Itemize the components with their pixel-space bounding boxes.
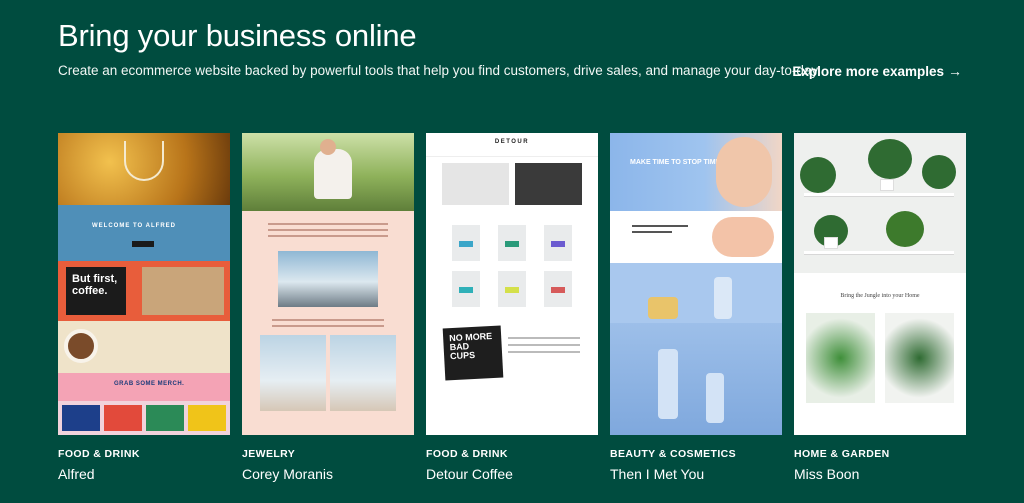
example-thumbnail[interactable] bbox=[242, 133, 414, 435]
example-category: BEAUTY & COSMETICS bbox=[610, 448, 737, 460]
example-name[interactable]: Detour Coffee bbox=[426, 466, 598, 482]
arrow-right-icon: → bbox=[948, 63, 962, 79]
example-thumbnail[interactable]: Bring the Jungle into your Home bbox=[794, 133, 966, 435]
example-card-detour-coffee[interactable]: DETOUR NO MORE BAD CUPS FOOD & DRINK Det… bbox=[426, 133, 598, 482]
example-card-alfred[interactable]: WELCOME TO ALFRED But first, coffee. GRA… bbox=[58, 133, 230, 482]
page-title: Bring your business online bbox=[58, 18, 417, 53]
latte-icon bbox=[64, 329, 98, 363]
example-name[interactable]: Miss Boon bbox=[794, 466, 966, 482]
example-category: FOOD & DRINK bbox=[426, 448, 508, 460]
explore-more-examples-link[interactable]: Explore more examples → bbox=[792, 63, 962, 79]
thumb-tagline: Bring the Jungle into your Home bbox=[840, 293, 920, 299]
thumb-slogan: But first, coffee. bbox=[66, 267, 126, 315]
example-thumbnail[interactable]: DETOUR NO MORE BAD CUPS bbox=[426, 133, 598, 435]
example-card-miss-boon[interactable]: Bring the Jungle into your Home HOME & G… bbox=[794, 133, 966, 482]
example-name[interactable]: Corey Moranis bbox=[242, 466, 414, 482]
example-thumbnail[interactable]: MAKE TIME TO STOP TIME bbox=[610, 133, 782, 435]
video-thumbnail bbox=[278, 251, 378, 307]
example-category: HOME & GARDEN bbox=[794, 448, 890, 460]
example-category: FOOD & DRINK bbox=[58, 448, 140, 460]
example-card-corey-moranis[interactable]: JEWELRY Corey Moranis bbox=[242, 133, 414, 482]
example-category: JEWELRY bbox=[242, 448, 296, 460]
examples-list: WELCOME TO ALFRED But first, coffee. GRA… bbox=[58, 133, 966, 482]
thumb-merch-heading: GRAB SOME MERCH. bbox=[114, 381, 185, 387]
thumb-heading: WELCOME TO ALFRED bbox=[92, 223, 176, 229]
example-thumbnail[interactable]: WELCOME TO ALFRED But first, coffee. GRA… bbox=[58, 133, 230, 435]
thumb-headline: MAKE TIME TO STOP TIME bbox=[630, 159, 721, 166]
example-name[interactable]: Alfred bbox=[58, 466, 230, 482]
explore-link-label: Explore more examples bbox=[792, 63, 944, 79]
antler-logo-icon bbox=[124, 141, 164, 181]
thumb-promo: NO MORE BAD CUPS bbox=[442, 325, 504, 381]
example-name[interactable]: Then I Met You bbox=[610, 466, 782, 482]
thumb-brand: DETOUR bbox=[426, 133, 598, 157]
page-subtitle: Create an ecommerce website backed by po… bbox=[58, 63, 821, 78]
example-card-then-i-met-you[interactable]: MAKE TIME TO STOP TIME BEAUTY & COSMETIC… bbox=[610, 133, 782, 482]
